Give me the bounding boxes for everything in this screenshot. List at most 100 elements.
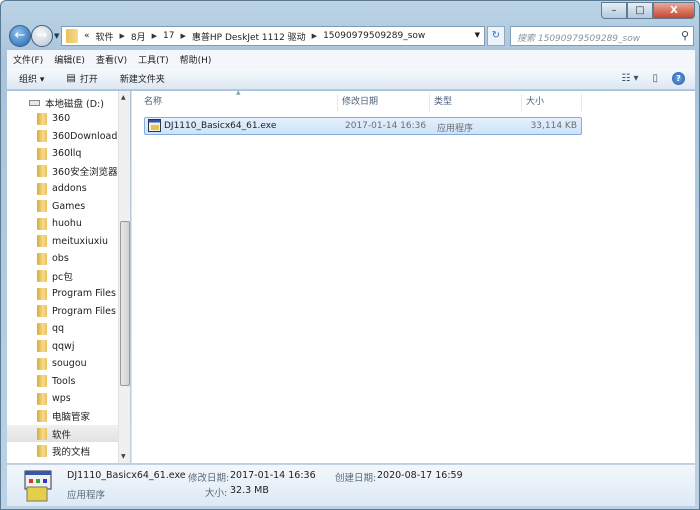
address-bar[interactable]: « 软件 ▶ 8月 ▶ 17 ▶ 惠普HP DeskJet 1112 驱动 ▶ 1509… — [61, 26, 485, 46]
nav-item-folder[interactable]: Program Files — [7, 303, 118, 320]
file-row[interactable]: DJ1110_Basicx64_61.exe 2017-01-14 16:36 … — [144, 117, 582, 135]
nav-item-label: obs — [52, 253, 69, 264]
folder-icon — [37, 287, 47, 300]
nav-item-label: sougou — [52, 358, 87, 369]
column-header-type[interactable]: 类型 — [430, 94, 522, 111]
menu-help[interactable]: 帮助(H) — [180, 53, 212, 66]
nav-item-label: 360llq — [52, 148, 82, 159]
nav-item-label: addons — [52, 183, 87, 194]
nav-item-folder[interactable]: sougou — [7, 355, 118, 372]
breadcrumb-item[interactable]: 15090979509289_sow — [323, 31, 425, 41]
nav-item-folder[interactable]: 360llq — [7, 145, 118, 162]
nav-item-folder[interactable]: 我的文档 — [7, 443, 118, 460]
folder-icon — [37, 130, 47, 142]
maximize-button[interactable]: □ — [627, 2, 653, 19]
folder-icon — [66, 29, 78, 43]
nav-item-label: Program Files — [52, 288, 116, 299]
folder-icon — [37, 235, 47, 247]
breadcrumb-overflow[interactable]: « — [84, 31, 90, 41]
nav-item-folder[interactable]: qqwj — [7, 338, 118, 355]
folder-icon — [37, 340, 47, 352]
file-size: 33,114 KB — [530, 121, 577, 131]
exe-file-icon — [148, 119, 161, 132]
nav-item-folder[interactable]: huohu — [7, 215, 118, 232]
address-dropdown-icon[interactable]: ▼ — [475, 31, 480, 39]
nav-item-folder[interactable]: Program Files — [7, 285, 118, 302]
scrollbar-thumb[interactable] — [120, 221, 130, 386]
chevron-right-icon[interactable]: ▶ — [181, 32, 186, 40]
folder-icon — [37, 375, 47, 387]
drive-icon — [29, 99, 40, 106]
navigation-pane: 本地磁盘 (D:) 360 360Downloads 360llq 360安全浏览器 a… — [7, 91, 130, 463]
help-icon[interactable]: ? — [672, 72, 685, 85]
nav-item-folder[interactable]: wps — [7, 390, 118, 407]
folder-icon — [37, 200, 47, 212]
nav-item-folder[interactable]: Tools — [7, 373, 118, 390]
breadcrumb-item[interactable]: 惠普HP DeskJet 1112 驱动 — [192, 30, 306, 43]
nav-item-folder[interactable]: Games — [7, 198, 118, 215]
breadcrumb-item[interactable]: 8月 — [131, 30, 146, 43]
history-dropdown-icon[interactable]: ▼ — [54, 32, 59, 40]
scroll-down-icon[interactable]: ▼ — [121, 453, 126, 460]
nav-item-label: 360 — [52, 113, 71, 124]
folder-icon — [37, 305, 47, 317]
command-bar: 组织 ▾ ▤ 打开 新建文件夹 ☷ ▾ ▯ ? — [7, 68, 695, 90]
details-size-label: 大小: — [205, 488, 228, 499]
nav-item-folder[interactable]: 电脑管家 — [7, 408, 118, 425]
forward-button[interactable]: → — [31, 25, 53, 47]
nav-item-folder[interactable]: 360安全浏览器 — [7, 163, 118, 180]
column-header-modified[interactable]: 修改日期 — [338, 94, 430, 111]
view-options-icon[interactable]: ☷ ▾ — [621, 73, 638, 84]
preview-pane-icon[interactable]: ▯ — [652, 73, 658, 84]
details-pane: DJ1110_Basicx64_61.exe 应用程序 修改日期: 2017-0… — [7, 464, 695, 506]
nav-item-folder[interactable]: 360Downloads — [7, 128, 118, 145]
explorer-window: – □ X ← → ▼ « 软件 ▶ 8月 ▶ 17 ▶ 惠普HP DeskJet 1… — [0, 0, 700, 510]
nav-item-folder[interactable]: pc包 — [7, 268, 118, 285]
scroll-up-icon[interactable]: ▲ — [121, 94, 126, 101]
chevron-right-icon[interactable]: ▶ — [312, 32, 317, 40]
nav-item-folder[interactable]: qq — [7, 320, 118, 337]
menu-view[interactable]: 查看(V) — [96, 53, 127, 66]
nav-item-folder[interactable]: 360 — [7, 110, 118, 127]
chevron-right-icon[interactable]: ▶ — [152, 32, 157, 40]
organize-button[interactable]: 组织 ▾ — [19, 72, 44, 85]
nav-item-folder[interactable]: 软件 — [7, 425, 118, 442]
open-label: 打开 — [79, 75, 98, 85]
refresh-button[interactable]: ↻ — [487, 26, 505, 46]
file-name: DJ1110_Basicx64_61.exe — [164, 121, 277, 131]
search-icon[interactable]: ⚲ — [681, 29, 689, 42]
minimize-button[interactable]: – — [601, 2, 627, 19]
menu-tools[interactable]: 工具(T) — [138, 53, 169, 66]
application-icon — [24, 470, 52, 502]
folder-icon — [37, 322, 47, 335]
back-button[interactable]: ← — [9, 25, 31, 47]
folder-icon — [37, 165, 47, 177]
chevron-right-icon[interactable]: ▶ — [120, 32, 125, 40]
details-file-type: 应用程序 — [67, 490, 106, 501]
nav-item-folder[interactable]: addons — [7, 180, 118, 197]
file-type: 应用程序 — [437, 124, 474, 134]
breadcrumb-item[interactable]: 软件 — [96, 30, 114, 43]
nav-item-label: wps — [52, 393, 71, 404]
nav-item-folder[interactable]: meituxiuxiu — [7, 233, 118, 250]
nav-item-folder[interactable]: obs — [7, 250, 118, 267]
menu-edit[interactable]: 编辑(E) — [54, 53, 85, 66]
nav-item-drive-d[interactable]: 本地磁盘 (D:) — [7, 94, 118, 111]
close-button[interactable]: X — [653, 2, 695, 19]
details-created-label: 创建日期: — [335, 473, 377, 484]
folder-icon — [37, 392, 47, 405]
folder-icon — [37, 112, 47, 125]
nav-item-label: qq — [52, 323, 65, 334]
open-button[interactable]: ▤ 打开 — [66, 72, 97, 85]
folder-icon — [37, 147, 47, 160]
search-input[interactable]: 搜索 15090979509289_sow ⚲ — [510, 26, 694, 46]
folder-icon — [37, 182, 47, 195]
nav-item-label: Program Files — [52, 305, 116, 317]
column-header-name[interactable]: 名称 — [140, 94, 338, 111]
menu-file[interactable]: 文件(F) — [13, 53, 43, 66]
breadcrumb-item[interactable]: 17 — [163, 31, 174, 41]
nav-item-label: Games — [52, 200, 86, 212]
new-folder-button[interactable]: 新建文件夹 — [120, 72, 165, 85]
nav-scrollbar[interactable]: ▲ ▼ — [118, 91, 130, 463]
column-header-size[interactable]: 大小 — [522, 94, 582, 111]
